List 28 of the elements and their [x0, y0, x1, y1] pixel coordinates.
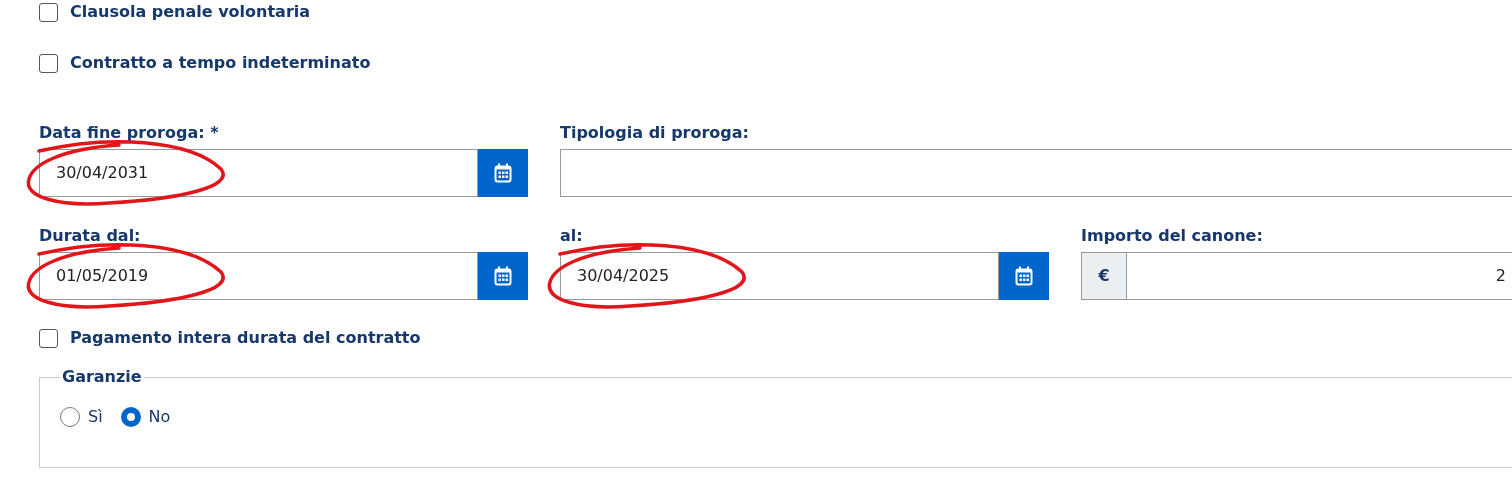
- calendar-button[interactable]: [478, 149, 528, 197]
- currency-prefix: €: [1081, 252, 1127, 300]
- radio-button[interactable]: [60, 407, 80, 427]
- checkbox-label[interactable]: Clausola penale volontaria: [70, 0, 311, 24]
- checkbox-label[interactable]: Pagamento intera durata del contratto: [70, 326, 421, 350]
- checkbox[interactable]: [39, 53, 58, 73]
- radio-label[interactable]: Sì: [88, 405, 103, 429]
- calendar-icon: [494, 266, 512, 286]
- checkbox[interactable]: [39, 328, 58, 348]
- checkbox-label[interactable]: Contratto a tempo indeterminato: [70, 51, 371, 75]
- checkbox[interactable]: [39, 2, 58, 22]
- calendar-button[interactable]: [999, 252, 1049, 300]
- date-field[interactable]: 30/04/2031: [39, 149, 478, 197]
- calendar-icon: [494, 163, 512, 183]
- field-label: Importo del canone:: [1081, 225, 1264, 247]
- amount-field[interactable]: 2: [1127, 252, 1512, 300]
- text-field[interactable]: [560, 149, 1512, 197]
- radio-button[interactable]: [120, 407, 141, 427]
- guarantees-legend: Garanzie: [60, 365, 144, 389]
- field-label: al:: [560, 225, 584, 247]
- calendar-button[interactable]: [478, 252, 528, 300]
- date-field[interactable]: 30/04/2025: [560, 252, 999, 300]
- field-label: Tipologia di proroga:: [560, 122, 750, 144]
- radio-label[interactable]: No: [148, 405, 171, 429]
- field-label: Data fine proroga: *: [39, 122, 220, 144]
- field-label: Durata dal:: [39, 225, 142, 247]
- date-field[interactable]: 01/05/2019: [39, 252, 478, 300]
- calendar-icon: [1015, 266, 1033, 286]
